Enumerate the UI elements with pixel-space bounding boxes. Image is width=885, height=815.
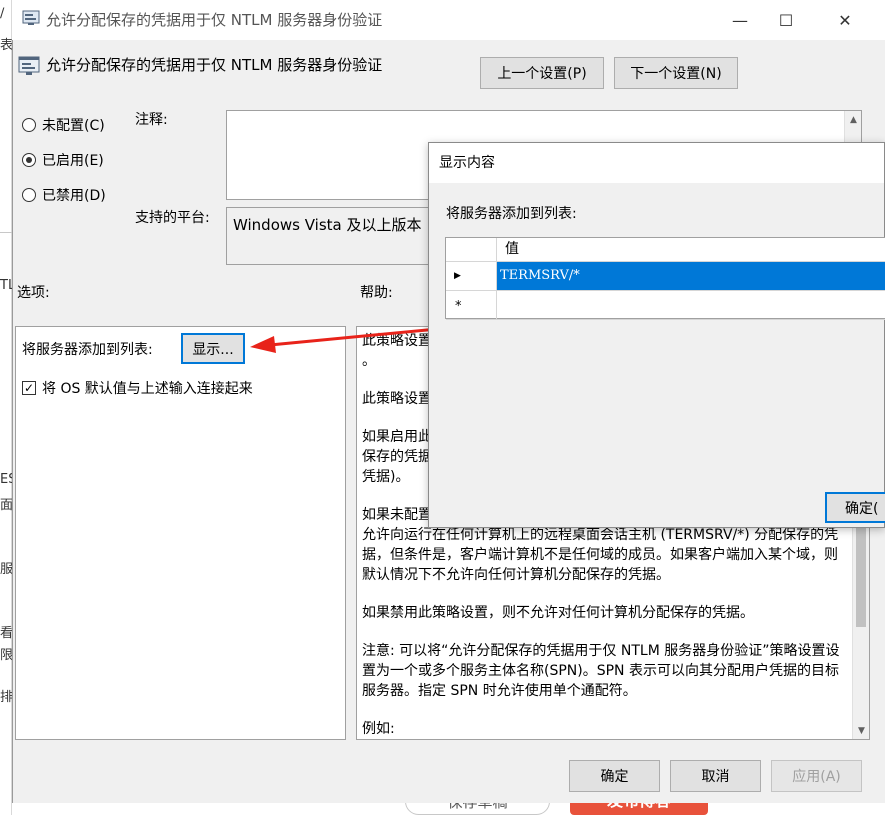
radio-disabled[interactable]: 已禁用(D) xyxy=(22,185,106,205)
maximize-button[interactable]: ☐ xyxy=(763,0,809,40)
background-fragment: 排 xyxy=(0,690,12,705)
policy-icon xyxy=(22,10,40,25)
scroll-down-icon[interactable]: ▼ xyxy=(853,722,869,739)
options-panel: 将服务器添加到列表: 显示... ✓ 将 OS 默认值与上述输入连接起来 xyxy=(15,326,346,740)
options-label: 选项: xyxy=(17,285,50,301)
window-title: 允许分配保存的凭据用于仅 NTLM 服务器身份验证 xyxy=(46,11,383,29)
next-setting-button[interactable]: 下一个设置(N) xyxy=(614,57,738,89)
platform-label: 支持的平台: xyxy=(135,210,210,226)
platform-value: Windows Vista 及以上版本 xyxy=(233,216,422,234)
policy-name: 允许分配保存的凭据用于仅 NTLM 服务器身份验证 xyxy=(46,56,383,74)
background-fragment: ES xyxy=(0,472,12,487)
show-contents-dialog: 显示内容 将服务器添加到列表: 值 ▶ TERMSRV/* * 确定( xyxy=(428,142,885,528)
radio-circle[interactable] xyxy=(22,118,36,132)
close-button[interactable]: ✕ xyxy=(822,0,868,40)
background-fragment: 限 xyxy=(0,648,12,663)
background-fragment: 看 xyxy=(0,626,12,641)
show-button[interactable]: 显示... xyxy=(181,333,245,364)
annotation-arrow-icon xyxy=(250,326,449,353)
show-contents-list-label: 将服务器添加到列表: xyxy=(446,206,577,222)
apply-button[interactable]: 应用(A) xyxy=(771,760,862,792)
values-grid[interactable]: 值 ▶ TERMSRV/* * xyxy=(445,237,885,320)
background-fragment: 表 xyxy=(0,38,12,53)
checkbox-label: 将 OS 默认值与上述输入连接起来 xyxy=(42,381,253,397)
cancel-button[interactable]: 取消 xyxy=(670,760,761,792)
maximize-icon: ☐ xyxy=(778,10,794,30)
previous-setting-button[interactable]: 上一个设置(P) xyxy=(480,57,604,89)
background-fragment: 服 xyxy=(0,562,12,577)
show-contents-ok-button[interactable]: 确定( xyxy=(825,492,885,523)
scroll-up-icon[interactable]: ▲ xyxy=(845,111,862,128)
radio-enabled[interactable]: 已启用(E) xyxy=(22,150,104,170)
grid-column-header[interactable]: 值 xyxy=(497,238,885,262)
help-scroll-thumb[interactable] xyxy=(856,517,866,627)
radio-label: 已启用(E) xyxy=(42,153,104,169)
background-window-strip: ∕ 表 TL ES 面 服 看 限 排 xyxy=(0,0,12,815)
show-contents-title: 显示内容 xyxy=(429,143,884,183)
help-paragraph: 如果禁用此策略设置，则不允许对任何计算机分配保存的凭据。 xyxy=(362,605,754,621)
minimize-icon: — xyxy=(732,10,748,30)
radio-label: 已禁用(D) xyxy=(42,188,106,204)
radio-circle[interactable] xyxy=(22,153,36,167)
row-selector-icon[interactable]: ▶ xyxy=(446,262,497,291)
grid-corner-cell xyxy=(446,238,497,262)
ok-button[interactable]: 确定 xyxy=(569,760,660,792)
grid-value-cell[interactable] xyxy=(497,291,885,320)
background-fragment: TL xyxy=(0,278,12,293)
radio-circle[interactable] xyxy=(22,188,36,202)
radio-label: 未配置(C) xyxy=(42,118,105,134)
help-label: 帮助: xyxy=(360,285,393,301)
checkbox-box[interactable]: ✓ xyxy=(22,381,36,395)
radio-not-configured[interactable]: 未配置(C) xyxy=(22,115,105,135)
minimize-button[interactable]: — xyxy=(717,0,763,40)
help-paragraph: 注意: 可以将“允许分配保存的凭据用于仅 NTLM 服务器身份验证”策略设置设置… xyxy=(362,643,840,699)
new-row-icon[interactable]: * xyxy=(446,291,497,320)
server-list-label: 将服务器添加到列表: xyxy=(22,342,153,358)
background-fragment: ∕ xyxy=(0,6,5,21)
grid-value-cell[interactable]: TERMSRV/* xyxy=(497,262,885,291)
background-fragment: 面 xyxy=(0,498,12,513)
close-icon: ✕ xyxy=(838,10,852,30)
help-paragraph: 例如: xyxy=(362,721,395,737)
policy-setting-icon xyxy=(18,56,40,75)
concat-os-defaults-checkbox[interactable]: ✓ 将 OS 默认值与上述输入连接起来 xyxy=(22,378,253,398)
comment-label: 注释: xyxy=(135,112,168,128)
